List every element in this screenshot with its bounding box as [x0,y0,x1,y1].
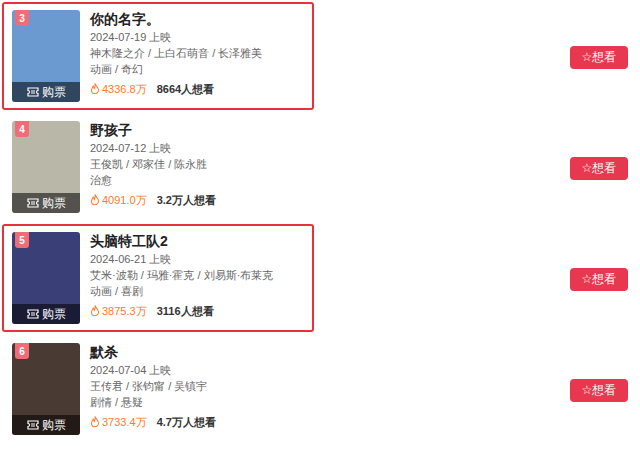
movie-row: 4 购票 野孩子2024-07-12 上映王俊凯 / 邓家佳 / 陈永胜治愈 4091… [2,113,640,224]
heat-line: 3733.4万 4.7万人想看 [90,414,216,430]
want-count: 4.7万人想看 [157,414,216,430]
ticket-icon [27,415,42,435]
buy-label: 购票 [42,304,66,324]
movie-card[interactable]: 4 购票 野孩子2024-07-12 上映王俊凯 / 邓家佳 / 陈永胜治愈 4091… [2,113,314,221]
movie-card[interactable]: 3 购票 你的名字。2024-07-19 上映神木隆之介 / 上白石萌音 / 长泽雅… [2,2,314,110]
heat-value: 4336.8万 [102,81,147,97]
want-label: 想看 [592,161,616,175]
heat-value: 4091.0万 [102,192,147,208]
cast: 艾米·波勒 / 玛雅·霍克 / 刘易斯·布莱克 [90,267,273,283]
movie-info: 默杀2024-07-04 上映王传君 / 张钧甯 / 吴镇宇剧情 / 悬疑 373… [90,343,216,435]
movie-info: 野孩子2024-07-12 上映王俊凯 / 邓家佳 / 陈永胜治愈 4091.0万… [90,121,216,213]
poster[interactable]: 4 购票 [12,121,80,213]
release-date: 2024-07-12 上映 [90,140,216,156]
movie-list: 3 购票 你的名字。2024-07-19 上映神木隆之介 / 上白石萌音 / 长泽雅… [0,0,640,446]
release-date: 2024-07-19 上映 [90,29,262,45]
rank-badge: 3 [15,10,29,26]
heat-line: 4336.8万 8664人想看 [90,81,262,97]
movie-card[interactable]: 6 购票 默杀2024-07-04 上映王传君 / 张钧甯 / 吴镇宇剧情 / 悬疑… [2,335,314,443]
movie-row: 3 购票 你的名字。2024-07-19 上映神木隆之介 / 上白石萌音 / 长泽雅… [2,2,640,113]
movie-title[interactable]: 头脑特工队2 [90,232,273,251]
buy-ticket-button[interactable]: 购票 [12,193,80,213]
buy-ticket-button[interactable]: 购票 [12,415,80,435]
genre: 动画 / 奇幻 [90,61,262,77]
heat-line: 4091.0万 3.2万人想看 [90,192,216,208]
cast: 王俊凯 / 邓家佳 / 陈永胜 [90,156,216,172]
genre: 剧情 / 悬疑 [90,394,216,410]
want-label: 想看 [592,50,616,64]
buy-label: 购票 [42,415,66,435]
poster[interactable]: 6 购票 [12,343,80,435]
want-label: 想看 [592,272,616,286]
ticket-icon [27,193,42,213]
want-count: 3.2万人想看 [157,192,216,208]
movie-info: 你的名字。2024-07-19 上映神木隆之介 / 上白石萌音 / 长泽雅美动画… [90,10,262,102]
ticket-icon [27,82,42,102]
movie-info: 头脑特工队22024-06-21 上映艾米·波勒 / 玛雅·霍克 / 刘易斯·布… [90,232,273,324]
genre: 动画 / 喜剧 [90,283,273,299]
flame-icon [90,81,102,97]
genre: 治愈 [90,172,216,188]
want-button[interactable]: ☆想看 [570,46,628,69]
want-label: 想看 [592,383,616,397]
movie-row: 5 购票 头脑特工队22024-06-21 上映艾米·波勒 / 玛雅·霍克 / 刘易… [2,224,640,335]
cast: 王传君 / 张钧甯 / 吴镇宇 [90,378,216,394]
ticket-icon [27,304,42,324]
rank-badge: 5 [15,232,29,248]
release-date: 2024-07-04 上映 [90,362,216,378]
rank-badge: 4 [15,121,29,137]
want-button[interactable]: ☆想看 [570,268,628,291]
rank-badge: 6 [15,343,29,359]
movie-title[interactable]: 野孩子 [90,121,216,140]
poster[interactable]: 5 购票 [12,232,80,324]
release-date: 2024-06-21 上映 [90,251,273,267]
buy-label: 购票 [42,82,66,102]
buy-ticket-button[interactable]: 购票 [12,304,80,324]
want-count: 8664人想看 [157,81,214,97]
buy-ticket-button[interactable]: 购票 [12,82,80,102]
heat-value: 3875.3万 [102,303,147,319]
star-icon: ☆ [582,272,593,286]
movie-title[interactable]: 你的名字。 [90,10,262,29]
poster[interactable]: 3 购票 [12,10,80,102]
heat-line: 3875.3万 3116人想看 [90,303,273,319]
flame-icon [90,192,102,208]
heat-value: 3733.4万 [102,414,147,430]
movie-title[interactable]: 默杀 [90,343,216,362]
want-count: 3116人想看 [157,303,214,319]
buy-label: 购票 [42,193,66,213]
star-icon: ☆ [582,383,593,397]
movie-row: 6 购票 默杀2024-07-04 上映王传君 / 张钧甯 / 吴镇宇剧情 / 悬疑… [2,335,640,446]
cast: 神木隆之介 / 上白石萌音 / 长泽雅美 [90,45,262,61]
flame-icon [90,414,102,430]
flame-icon [90,303,102,319]
want-button[interactable]: ☆想看 [570,157,628,180]
star-icon: ☆ [582,161,593,175]
star-icon: ☆ [582,50,593,64]
movie-card[interactable]: 5 购票 头脑特工队22024-06-21 上映艾米·波勒 / 玛雅·霍克 / 刘易… [2,224,314,332]
want-button[interactable]: ☆想看 [570,379,628,402]
